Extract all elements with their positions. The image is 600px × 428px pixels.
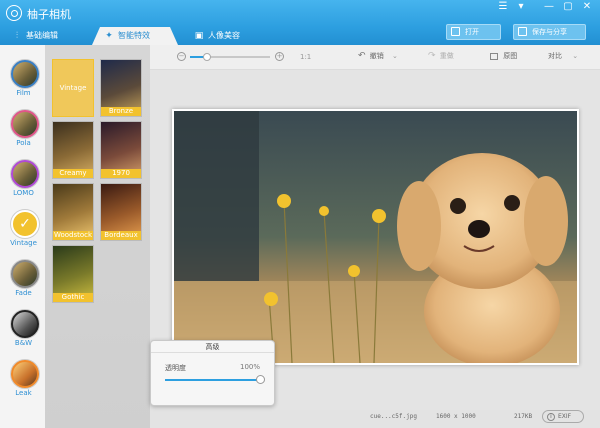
category-sidebar: Film Pola LOMO ✓ Vintage Fade B&W Leak: [0, 45, 45, 428]
filter-thumb-creamy[interactable]: Creamy: [52, 121, 94, 179]
title-bar: 柚子相机 ☰ ▾ — ▢ ✕: [0, 0, 600, 27]
chevron-down-icon[interactable]: ⌄: [392, 52, 398, 60]
category-label: Pola: [16, 139, 31, 147]
filter-thumb-1970[interactable]: 1970: [100, 121, 142, 179]
zoom-level[interactable]: 1:1: [300, 53, 311, 61]
redo-icon: ↷: [428, 51, 436, 61]
photo-preview[interactable]: [172, 109, 579, 365]
category-label: B&W: [14, 339, 33, 347]
filter-panel: Vintage Bronze Creamy 1970 Woodstock Bor…: [45, 45, 150, 428]
dropdown-icon[interactable]: ▾: [511, 0, 531, 14]
tab-basic-edit[interactable]: ⫶ 基础编辑: [8, 27, 84, 45]
filter-label: Bordeaux: [101, 231, 141, 240]
portrait-icon: ▣: [194, 31, 204, 41]
exif-button[interactable]: i EXIF: [542, 410, 584, 423]
filter-thumb-bordeaux[interactable]: Bordeaux: [100, 183, 142, 241]
close-button[interactable]: ✕: [577, 0, 597, 14]
advanced-panel-title[interactable]: 高级: [151, 341, 274, 353]
minimize-button[interactable]: —: [539, 0, 559, 14]
tab-bar: ⫶ 基础编辑 ✦ 智能特效 ▣ 人像美容: [0, 27, 600, 45]
opacity-slider-fill: [165, 379, 261, 381]
undo-label: 撤销: [369, 52, 384, 60]
advanced-panel: 高级 透明度 100%: [150, 340, 275, 406]
file-size: 217KB: [514, 413, 533, 420]
redo-button[interactable]: ↷ 重做: [428, 51, 454, 63]
original-label: 原图: [503, 52, 518, 60]
chevron-down-icon[interactable]: ⌄: [572, 52, 578, 60]
redo-label: 重做: [439, 52, 454, 60]
image-icon: [490, 52, 498, 60]
zoom-out-icon[interactable]: −: [177, 52, 186, 61]
category-label: Fade: [15, 289, 32, 297]
tab-portrait-beauty[interactable]: ▣ 人像美容: [190, 27, 272, 45]
lomo-category-icon: [11, 160, 39, 188]
undo-icon: ↶: [358, 51, 366, 61]
save-share-button[interactable]: 保存与分享: [513, 24, 586, 40]
opacity-value: 100%: [239, 363, 260, 371]
original-button[interactable]: 原图: [490, 51, 517, 63]
puppy-photo: [174, 111, 577, 363]
open-button[interactable]: 打开: [446, 24, 501, 40]
category-label: Leak: [15, 389, 32, 397]
tab-label: 人像美容: [208, 31, 240, 40]
filter-label: Woodstock: [53, 231, 93, 240]
tab-label: 基础编辑: [26, 31, 58, 40]
open-label: 打开: [465, 28, 479, 36]
filter-label: 1970: [101, 169, 141, 178]
zoom-in-icon[interactable]: +: [275, 52, 284, 61]
filter-thumb-woodstock[interactable]: Woodstock: [52, 183, 94, 241]
compare-label: 对比: [548, 52, 562, 60]
image-dimensions: 1600 x 1000: [436, 413, 476, 420]
bw-category-icon: [11, 310, 39, 338]
opacity-slider[interactable]: [165, 375, 265, 384]
pola-category-icon: [11, 110, 39, 138]
undo-button[interactable]: ↶ 撤销 ⌄: [358, 51, 398, 63]
leak-category-icon: [11, 360, 39, 388]
filter-label: Gothic: [53, 293, 93, 302]
zoom-slider-handle[interactable]: [203, 53, 211, 61]
status-bar: cue...c5f.jpg 1600 x 1000 217KB i EXIF: [150, 408, 600, 428]
menu-icon[interactable]: ☰: [493, 0, 513, 14]
tab-label: 智能特效: [118, 31, 150, 40]
category-label: Vintage: [10, 239, 37, 247]
save-share-label: 保存与分享: [532, 28, 567, 36]
filter-label: Bronze: [101, 107, 141, 116]
checkmark-icon: ✓: [11, 210, 39, 238]
sliders-icon: ⫶: [15, 31, 19, 41]
filter-thumb-bronze[interactable]: Bronze: [100, 59, 142, 117]
zoom-slider[interactable]: [190, 53, 270, 61]
filename: cue...c5f.jpg: [370, 413, 417, 420]
image-icon: [451, 27, 460, 36]
tab-smart-effects[interactable]: ✦ 智能特效: [92, 27, 178, 45]
app-title: 柚子相机: [27, 8, 71, 21]
info-icon: i: [547, 413, 555, 421]
category-label: LOMO: [13, 189, 34, 197]
opacity-label: 透明度: [165, 364, 186, 372]
export-icon: [518, 27, 527, 36]
category-label: Film: [16, 89, 31, 97]
filter-thumb-vintage[interactable]: Vintage: [52, 59, 94, 117]
maximize-button[interactable]: ▢: [558, 0, 578, 14]
compare-button[interactable]: 对比 ⌄: [548, 51, 578, 63]
camera-aperture-icon: [6, 5, 22, 21]
filter-label: Creamy: [53, 169, 93, 178]
fade-category-icon: [11, 260, 39, 288]
opacity-slider-handle[interactable]: [256, 375, 265, 384]
image-toolbar: − + 1:1 ↶ 撤销 ⌄ ↷ 重做 原图 对比 ⌄: [150, 45, 600, 70]
filter-thumb-gothic[interactable]: Gothic: [52, 245, 94, 303]
film-category-icon: [11, 60, 39, 88]
exif-label: EXIF: [558, 413, 572, 420]
magic-wand-icon: ✦: [105, 31, 113, 41]
filter-label: Vintage: [59, 84, 87, 92]
